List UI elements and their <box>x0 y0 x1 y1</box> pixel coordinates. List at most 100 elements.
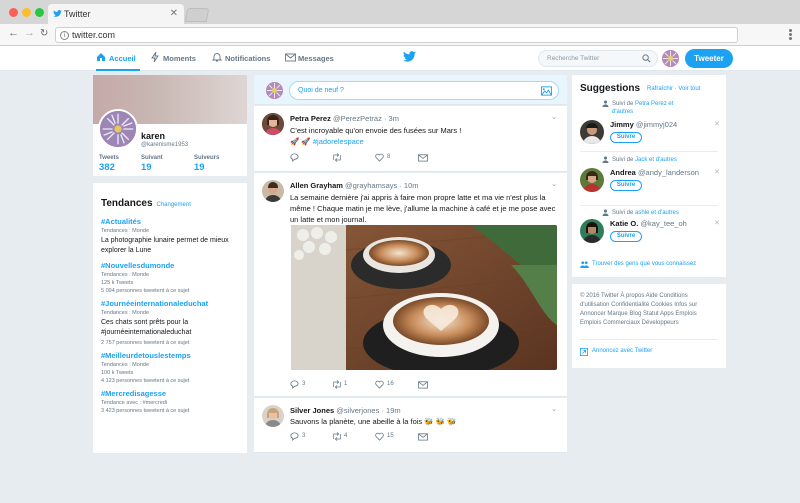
twitter-logo-icon[interactable] <box>403 51 416 62</box>
envelope-icon <box>418 154 428 162</box>
new-tab-button[interactable] <box>184 8 210 22</box>
chevron-down-icon[interactable]: ⌄ <box>551 180 557 188</box>
retweet-button[interactable]: 4 <box>332 432 347 441</box>
retweet-button[interactable] <box>332 153 344 162</box>
advertise-link[interactable]: Annoncez avec Twitter <box>580 348 652 356</box>
reply-icon <box>290 432 299 441</box>
follow-button[interactable]: Suivre <box>610 180 642 191</box>
tweet-actions: 8 <box>290 153 440 163</box>
like-button[interactable]: 8 <box>375 153 390 162</box>
tweet-avatar[interactable] <box>262 180 284 202</box>
trend-item[interactable]: #Journéeinternationaleduchat Tendances :… <box>101 299 239 346</box>
address-bar-row: ← → ↻ i twitter.com <box>0 24 800 46</box>
view-all-link[interactable]: Voir tout <box>678 86 700 92</box>
browser-tab[interactable]: Twitter ✕ <box>48 4 184 25</box>
tweet-hashtag[interactable]: #jadorelespace <box>313 137 364 146</box>
reload-icon[interactable]: ↻ <box>40 28 48 39</box>
user-avatar[interactable] <box>662 50 679 67</box>
trend-item[interactable]: #Actualités Tendances : Monde La photogr… <box>101 217 239 256</box>
envelope-icon <box>285 53 296 62</box>
people-icon <box>580 261 589 268</box>
url-field[interactable]: i twitter.com <box>55 27 738 43</box>
nav-home[interactable]: Accueil <box>96 46 140 71</box>
nav-messages[interactable]: Messages <box>285 46 334 71</box>
stat-followers[interactable]: Suiveurs 19 <box>194 155 219 173</box>
reply-icon <box>290 153 299 162</box>
reply-button[interactable]: 3 <box>290 380 305 389</box>
chevron-down-icon[interactable]: ⌄ <box>551 113 557 121</box>
reply-button[interactable]: 3 <box>290 432 305 441</box>
tweet-text: C'est incroyable qu'on envoie des fusées… <box>290 126 462 146</box>
suggestion-name[interactable]: Jimmy <box>610 120 634 129</box>
suggestion-avatar[interactable] <box>580 168 604 192</box>
suggestion-handle: @andy_landerson <box>637 168 699 177</box>
trend-item[interactable]: #Meilleurdetouslestemps Tendances : Mond… <box>101 351 239 384</box>
divider <box>580 339 718 340</box>
find-people-link[interactable]: Trouver des gens que vous connaissez <box>580 261 696 268</box>
tweet-avatar[interactable] <box>262 405 284 427</box>
dismiss-icon[interactable]: ✕ <box>714 168 720 176</box>
rocket-icon: 🚀 🚀 <box>290 137 313 146</box>
nav-moments[interactable]: Moments <box>150 46 196 71</box>
envelope-icon <box>418 381 428 389</box>
suggestion-item: Suivi de Jack et d'autres Andrea @andy_l… <box>572 156 726 206</box>
trend-item[interactable]: #Nouvellesdumonde Tendances : Monde 125 … <box>101 261 239 294</box>
tweet-actions: 3 4 15 <box>290 432 440 442</box>
followed-by-link[interactable]: ashle et d'autres <box>635 210 679 216</box>
minimize-window-button[interactable] <box>22 8 31 17</box>
followed-by-link[interactable]: Jack et d'autres <box>635 157 677 163</box>
like-button[interactable]: 15 <box>375 432 394 441</box>
trends-change-link[interactable]: Changement <box>157 202 191 208</box>
suggestion-name[interactable]: Katie O. <box>610 219 638 228</box>
twitter-navbar: Accueil Moments Notifications Messages R… <box>0 46 800 71</box>
tweet-button[interactable]: Tweeter <box>685 49 733 68</box>
profile-avatar[interactable] <box>98 109 138 149</box>
stat-following[interactable]: Suivant 19 <box>141 155 163 173</box>
search-input[interactable]: Recherche Twitter <box>538 50 658 67</box>
heart-icon <box>375 380 384 389</box>
profile-card: karen @karenisme1953 Tweets 382 Suivant … <box>93 75 247 176</box>
image-icon[interactable] <box>541 86 552 96</box>
lightning-icon <box>151 52 159 62</box>
suggestion-name[interactable]: Andrea <box>610 168 636 177</box>
tweet[interactable]: Allen Grayham @grayhamsays · 10m ⌄ La se… <box>254 173 567 397</box>
browser-menu-icon[interactable] <box>789 29 792 41</box>
follow-button[interactable]: Suivre <box>610 132 642 143</box>
follow-button[interactable]: Suivre <box>610 231 642 242</box>
refresh-link[interactable]: Rafraîchir <box>647 86 673 92</box>
bell-icon <box>212 53 222 62</box>
tweet[interactable]: Silver Jones @silverjones · 19m ⌄ Sauvon… <box>254 398 567 453</box>
forward-icon[interactable]: → <box>24 27 35 39</box>
trends-card: Tendances Changement #Actualités Tendance… <box>93 183 247 453</box>
suggestion-avatar[interactable] <box>580 219 604 243</box>
profile-name[interactable]: karen <box>141 131 165 141</box>
person-icon <box>602 100 609 107</box>
suggestion-handle: @jimmyj024 <box>635 120 678 129</box>
close-window-button[interactable] <box>9 8 18 17</box>
retweet-button[interactable]: 1 <box>332 380 347 389</box>
reply-button[interactable] <box>290 153 302 162</box>
suggestion-avatar[interactable] <box>580 120 604 144</box>
tweet-photo[interactable] <box>291 225 557 370</box>
dismiss-icon[interactable]: ✕ <box>714 120 720 128</box>
footer-links[interactable]: © 2016 Twitter À propos Aide Conditions … <box>580 292 718 328</box>
close-tab-icon[interactable]: ✕ <box>170 8 178 19</box>
tweet[interactable]: Petra Perez @PerezPetraz · 3m ⌄ C'est in… <box>254 106 567 172</box>
retweet-icon <box>333 153 341 162</box>
tweet-header: Petra Perez @PerezPetraz · 3m <box>290 114 399 123</box>
divider <box>580 151 718 152</box>
compose-input[interactable]: Quoi de neuf ? <box>289 81 559 100</box>
chevron-down-icon[interactable]: ⌄ <box>551 405 557 413</box>
back-icon[interactable]: ← <box>8 27 19 39</box>
stat-tweets[interactable]: Tweets 382 <box>99 155 119 173</box>
dismiss-icon[interactable]: ✕ <box>714 219 720 227</box>
suggestions-links: Rafraîchir · Voir tout <box>647 86 701 92</box>
info-icon[interactable]: i <box>60 31 69 40</box>
nav-notifications[interactable]: Notifications <box>212 46 270 71</box>
search-icon[interactable] <box>642 54 651 63</box>
like-button[interactable]: 16 <box>375 380 394 389</box>
home-icon <box>97 53 105 61</box>
maximize-window-button[interactable] <box>35 8 44 17</box>
tweet-avatar[interactable] <box>262 113 284 135</box>
trend-item[interactable]: #Mercredisagesse Tendance avec : #mercre… <box>101 389 239 414</box>
